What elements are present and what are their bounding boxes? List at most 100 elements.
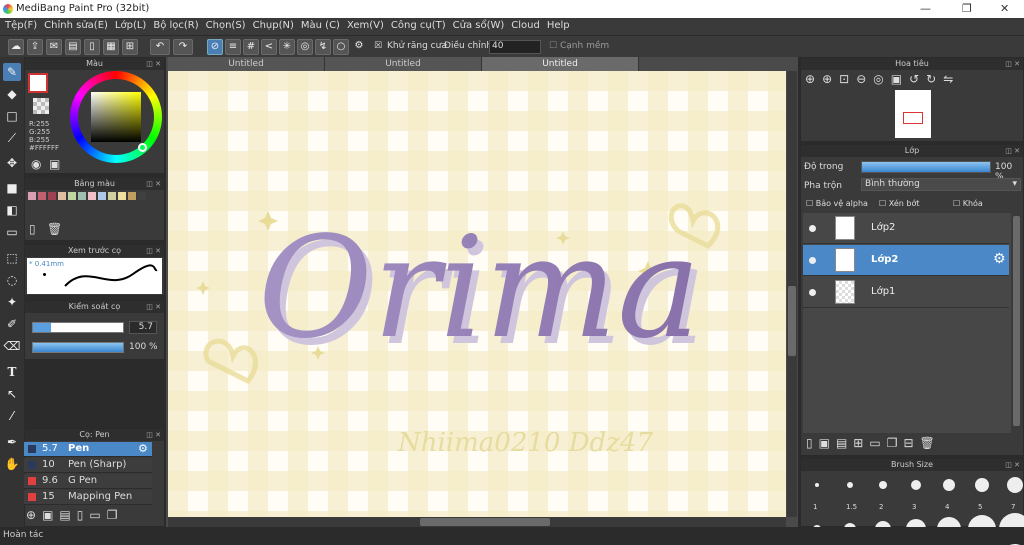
layer-row-lop1[interactable]: Lớp1 (803, 277, 1009, 308)
minimize-icon[interactable]: — (920, 2, 931, 15)
palette-swatch[interactable] (128, 192, 136, 200)
alpha-protect-checkbox[interactable]: ☐ Bảo vệ alpha (806, 199, 868, 208)
antialias-checkbox[interactable]: ☒ (374, 41, 382, 51)
size-slider[interactable] (32, 322, 124, 333)
page-icon[interactable]: ▯ (84, 39, 100, 55)
foreground-swatch[interactable] (28, 73, 48, 93)
snap-settings-icon[interactable]: ⚙ (351, 39, 367, 55)
visibility-icon[interactable] (809, 289, 816, 296)
fit-screen-icon[interactable]: ▣ (891, 72, 909, 86)
add-brush-icon[interactable]: ⊕ (26, 508, 42, 522)
brush-tool-icon[interactable]: ✎ (3, 63, 21, 81)
copy-brush-icon[interactable]: ❐ (107, 508, 124, 522)
menu-filter[interactable]: Bộ lọc(R) (151, 18, 203, 35)
brush-size-dot[interactable] (847, 482, 853, 488)
select-eraser-icon[interactable]: ⌫ (3, 337, 21, 355)
new-layer-icon[interactable]: ▯ (806, 436, 819, 450)
eraser-tool-icon[interactable]: ◆ (3, 85, 21, 103)
menu-layer[interactable]: Lớp(L) (113, 18, 151, 35)
select-pen-icon[interactable]: ✐ (3, 315, 21, 333)
rotate-right-icon[interactable]: ↻ (926, 72, 943, 86)
brush-folder-icon[interactable]: ▭ (89, 508, 106, 522)
cloud-icon[interactable]: ☁ (8, 39, 24, 55)
navigator-thumbnail[interactable] (895, 90, 931, 138)
blend-mode-select[interactable]: Bình thường ▾ (861, 178, 1021, 191)
menu-tools[interactable]: Công cụ(T) (389, 18, 451, 35)
saturation-square[interactable] (91, 92, 141, 142)
folder-icon[interactable]: ▭ (869, 436, 886, 450)
menu-select[interactable]: Chọn(S) (204, 18, 251, 35)
zoom-out-icon[interactable]: ⊕ (822, 72, 839, 86)
tab-untitled-1[interactable]: Untitled (168, 57, 325, 71)
brush-settings-icon[interactable]: ⚙ (138, 442, 148, 455)
actual-size-icon[interactable]: ◎ (873, 72, 890, 86)
comment-icon[interactable]: ✉ (46, 39, 62, 55)
palette-swatch[interactable] (38, 192, 46, 200)
hand-tool-icon[interactable]: ✋ (3, 455, 21, 473)
palette-swatch[interactable] (68, 192, 76, 200)
menu-edit[interactable]: Chỉnh sửa(E) (42, 18, 113, 35)
fill-rect-tool-icon[interactable]: ■ (3, 179, 21, 197)
clipping-checkbox[interactable]: ☐ Xén bớt (879, 199, 919, 208)
grid-snap-icon[interactable]: # (243, 39, 259, 55)
frame-icon[interactable]: ⊞ (122, 39, 138, 55)
color-circle-icon[interactable]: ◉ (31, 157, 41, 171)
grid-page-icon[interactable]: ▦ (103, 39, 119, 55)
brush-item-pen[interactable]: 5.7 Pen ⚙ (24, 442, 152, 457)
palette-swatch[interactable] (98, 192, 106, 200)
layer-row-lop2-top[interactable]: Lớp2 (803, 213, 1009, 244)
parallel-snap-icon[interactable]: ≡ (225, 39, 241, 55)
brush-size-dot[interactable] (943, 479, 955, 491)
vertical-scrollbar[interactable] (787, 71, 797, 517)
opacity-slider[interactable] (32, 342, 124, 353)
brush-size-dot[interactable] (911, 480, 921, 490)
radial-snap-icon[interactable]: ✳ (279, 39, 295, 55)
palette-swatch[interactable] (28, 192, 36, 200)
divide-tool-icon[interactable]: ⁄ (3, 407, 21, 425)
undo-icon[interactable]: ↶ (150, 39, 170, 55)
visibility-icon[interactable] (809, 225, 816, 232)
visibility-icon[interactable] (809, 257, 816, 264)
menu-snap[interactable]: Chụp(N) (251, 18, 299, 35)
gradient-tool-icon[interactable]: ▭ (3, 223, 21, 241)
circle-snap-icon[interactable]: ◎ (297, 39, 313, 55)
flip-icon[interactable]: ⇋ (943, 72, 960, 86)
share-icon[interactable]: ⇪ (27, 39, 43, 55)
new-halftone-layer-icon[interactable]: ▤ (836, 436, 853, 450)
merge-layer-icon[interactable]: ⊟ (903, 436, 919, 450)
palette-swatch[interactable] (118, 192, 126, 200)
close-icon[interactable]: ✕ (1000, 2, 1009, 15)
operation-tool-icon[interactable]: ↖ (3, 385, 21, 403)
size-value[interactable]: 5.7 (129, 321, 157, 334)
delete-palette-icon[interactable]: 🗑 (47, 222, 62, 236)
hue-marker[interactable] (138, 143, 147, 152)
brush-file-icon[interactable]: ▯ (77, 508, 90, 522)
menu-file[interactable]: Tệp(F) (3, 18, 42, 35)
duplicate-layer-icon[interactable]: ❐ (887, 436, 904, 450)
soft-edge-checkbox[interactable]: ☐ (549, 41, 557, 51)
curve-snap-icon[interactable]: ↯ (315, 39, 331, 55)
duplicate-brush-icon[interactable]: ▤ (59, 508, 76, 522)
palette-swatch[interactable] (88, 192, 96, 200)
rotate-left-icon[interactable]: ↺ (909, 72, 926, 86)
horizontal-scrollbar[interactable] (168, 517, 786, 527)
dot-tool-icon[interactable]: □ (3, 107, 21, 125)
document-canvas[interactable]: Orima Orima Nhiima0210 Ddz47 (168, 71, 786, 517)
add-bitmap-icon[interactable]: ▣ (42, 508, 59, 522)
brush-item-g-pen[interactable]: 9.6 G Pen (24, 474, 152, 489)
restore-icon[interactable]: ❐ (962, 2, 972, 15)
transparent-swatch[interactable] (33, 98, 49, 114)
line-tool-icon[interactable]: ⟋ (3, 129, 21, 147)
layer-settings-icon[interactable]: ⚙ (993, 251, 1006, 267)
new-color-layer-icon[interactable]: ▣ (819, 436, 836, 450)
layer-scrollbar[interactable] (1012, 215, 1021, 430)
palette-swatch[interactable] (108, 192, 116, 200)
lock-checkbox[interactable]: ☐ Khóa (953, 199, 983, 208)
menu-help[interactable]: Help (545, 18, 575, 35)
text-tool-icon[interactable]: T (3, 363, 21, 381)
redo-icon[interactable]: ↷ (173, 39, 193, 55)
color-slider-icon[interactable]: ▣ (49, 157, 60, 171)
adjust-input[interactable]: 40 (489, 40, 541, 54)
zoom-in-icon[interactable]: ⊕ (805, 72, 822, 86)
menu-view[interactable]: Xem(V) (345, 18, 389, 35)
